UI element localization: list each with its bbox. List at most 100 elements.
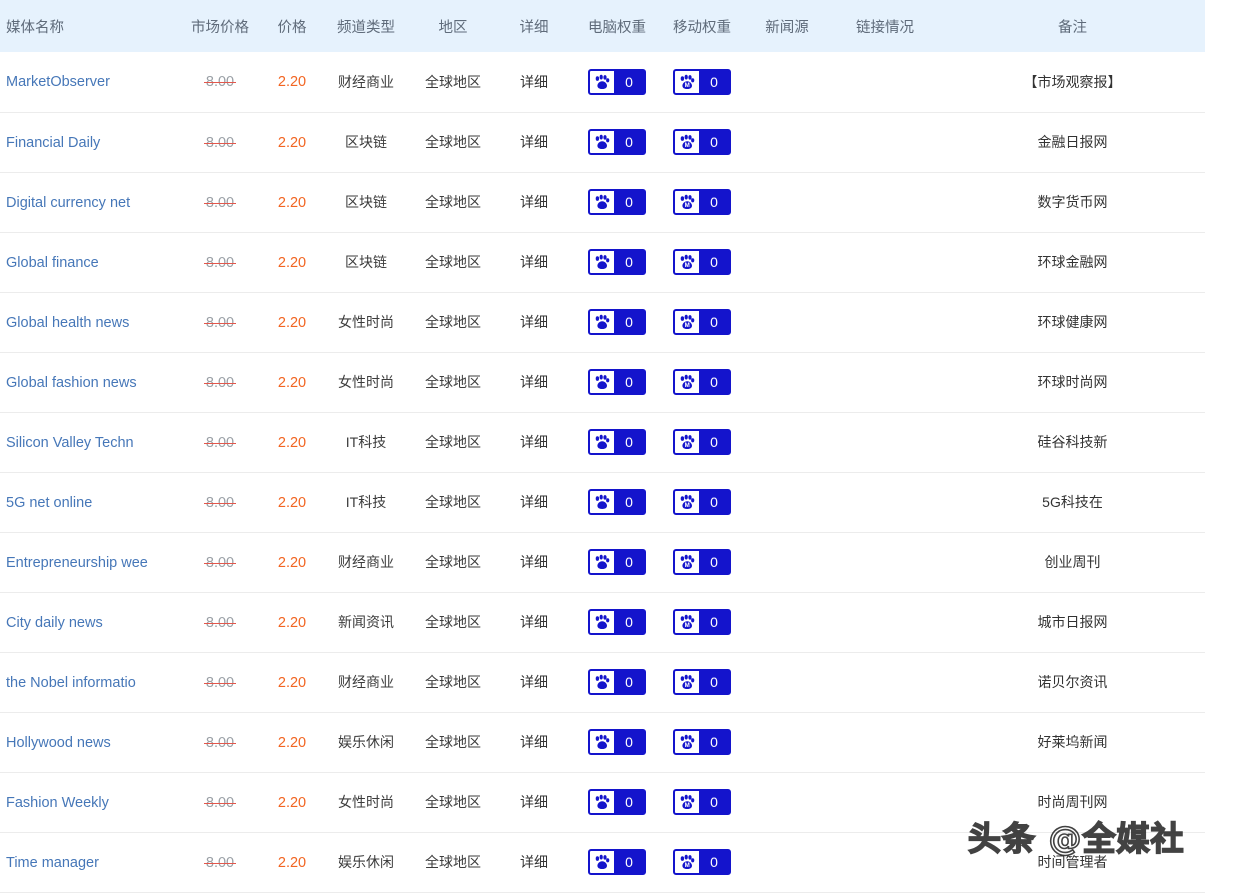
media-name-link[interactable]: Global fashion news [6, 375, 137, 391]
pc-weight-badge[interactable]: 0 [588, 68, 646, 95]
svg-text:M: M [685, 622, 690, 629]
detail-link[interactable]: 详细 [520, 614, 548, 630]
pc-weight-badge[interactable]: 0 [588, 669, 646, 695]
mobile-weight-badge[interactable]: M0 [673, 789, 731, 815]
detail-link[interactable]: 详细 [520, 194, 548, 210]
mobile-weight-badge[interactable]: M0 [673, 309, 731, 335]
media-name-link[interactable]: Digital currency net [6, 195, 130, 211]
mobile-weight-badge[interactable]: M0 [673, 249, 731, 275]
svg-text:M: M [685, 382, 690, 389]
detail-link[interactable]: 详细 [520, 734, 548, 750]
price-value: 2.20 [277, 854, 307, 871]
remark-value: 环球金融网 [1037, 254, 1108, 270]
pc-weight-badge[interactable]: 0 [588, 189, 646, 215]
pc-weight-badge[interactable]: 0 [588, 849, 646, 875]
pc-weight-badge[interactable]: 0 [588, 789, 646, 815]
cell-link-status [830, 472, 940, 532]
cell-pc-weight: 0 [574, 52, 660, 112]
pc-weight-badge[interactable]: 0 [588, 249, 646, 275]
mobile-weight-badge[interactable]: M0 [673, 129, 731, 155]
table-row: Hollywood news 8.00 2.20 娱乐休闲 全球地区 详细 0 M 0 好莱坞新闻 [0, 712, 1205, 772]
table-row: Fashion Weekly 8.00 2.20 女性时尚 全球地区 详细 0 M 0 时尚周刊网 [0, 772, 1205, 832]
baidu-paw-mobile-icon: M [675, 611, 699, 633]
cell-remark: 环球金融网 [940, 232, 1205, 292]
column-header-region: 地区 [438, 19, 468, 36]
mobile-weight-value: 0 [699, 611, 729, 633]
media-name-link[interactable]: Fashion Weekly [6, 795, 109, 811]
table-row: Silicon Valley Techn 8.00 2.20 IT科技 全球地区 详细 0 M… [0, 412, 1205, 472]
mobile-weight-badge[interactable]: M0 [673, 849, 731, 875]
media-name-link[interactable]: MarketObserver [6, 74, 110, 90]
mobile-weight-badge[interactable]: M0 [673, 609, 731, 635]
market-price-value: 8.00 [203, 854, 237, 871]
region-value: 全球地区 [425, 614, 481, 630]
media-name-link[interactable]: Hollywood news [6, 735, 111, 751]
detail-link[interactable]: 详细 [520, 854, 548, 870]
channel-type-value: 娱乐休闲 [338, 734, 394, 750]
cell-detail: 详细 [494, 52, 574, 112]
mobile-weight-badge[interactable]: M0 [673, 549, 731, 575]
pc-weight-badge[interactable]: 0 [588, 129, 646, 155]
detail-link[interactable]: 详细 [520, 554, 548, 570]
baidu-paw-mobile-icon: M [675, 371, 699, 393]
mobile-weight-badge[interactable]: M0 [673, 369, 731, 395]
media-name-link[interactable]: 5G net online [6, 495, 92, 511]
mobile-weight-badge[interactable]: M0 [673, 669, 731, 695]
detail-link[interactable]: 详细 [520, 74, 548, 90]
pc-weight-badge[interactable]: 0 [588, 549, 646, 575]
mobile-weight-badge[interactable]: M0 [673, 189, 731, 215]
mobile-weight-badge[interactable]: M0 [673, 68, 731, 95]
media-name-link[interactable]: Global finance [6, 255, 99, 271]
cell-media-name: MarketObserver [0, 52, 176, 112]
detail-link[interactable]: 详细 [520, 374, 548, 390]
baidu-paw-mobile-icon: M [675, 791, 699, 813]
detail-link[interactable]: 详细 [520, 494, 548, 510]
cell-region: 全球地区 [412, 232, 494, 292]
detail-link[interactable]: 详细 [520, 134, 548, 150]
mobile-weight-badge[interactable]: M0 [673, 729, 731, 755]
price-value: 2.20 [277, 674, 307, 691]
svg-text:M: M [685, 742, 690, 749]
cell-detail: 详细 [494, 592, 574, 652]
remark-value: 时尚周刊网 [1037, 794, 1108, 810]
pc-weight-badge[interactable]: 0 [588, 729, 646, 755]
baidu-paw-mobile-icon: M [675, 191, 699, 213]
cell-price: 2.20 [264, 532, 320, 592]
pc-weight-badge[interactable]: 0 [588, 369, 646, 395]
pc-weight-value: 0 [614, 191, 644, 213]
baidu-paw-icon [590, 671, 614, 693]
channel-type-value: 女性时尚 [338, 374, 394, 390]
mobile-weight-badge[interactable]: M0 [673, 489, 731, 515]
detail-link[interactable]: 详细 [520, 434, 548, 450]
detail-link[interactable]: 详细 [520, 674, 548, 690]
cell-mobile-weight: M0 [660, 52, 744, 112]
cell-remark: 硅谷科技新 [940, 412, 1205, 472]
detail-link[interactable]: 详细 [520, 314, 548, 330]
remark-value: 城市日报网 [1037, 614, 1108, 630]
media-name-link[interactable]: the Nobel informatio [6, 675, 136, 691]
cell-link-status [830, 712, 940, 772]
mobile-weight-value: 0 [699, 671, 729, 693]
cell-channel-type: 女性时尚 [320, 772, 412, 832]
detail-link[interactable]: 详细 [520, 254, 548, 270]
media-name-link[interactable]: Silicon Valley Techn [6, 435, 134, 451]
svg-text:M: M [685, 202, 690, 209]
cell-market-price: 8.00 [176, 472, 264, 532]
media-name-link[interactable]: Time manager [6, 855, 99, 871]
cell-price: 2.20 [264, 352, 320, 412]
media-name-link[interactable]: Financial Daily [6, 135, 100, 151]
cell-link-status [830, 292, 940, 352]
pc-weight-badge[interactable]: 0 [588, 489, 646, 515]
media-name-link[interactable]: Entrepreneurship wee [6, 555, 148, 571]
column-header-link-status: 链接情况 [856, 19, 914, 36]
mobile-weight-badge[interactable]: M0 [673, 429, 731, 455]
detail-link[interactable]: 详细 [520, 794, 548, 810]
pc-weight-badge[interactable]: 0 [588, 429, 646, 455]
pc-weight-badge[interactable]: 0 [588, 309, 646, 335]
media-name-link[interactable]: Global health news [6, 315, 129, 331]
pc-weight-badge[interactable]: 0 [588, 609, 646, 635]
cell-price: 2.20 [264, 172, 320, 232]
cell-media-name: Silicon Valley Techn [0, 412, 176, 472]
column-header-price: 价格 [277, 19, 307, 36]
media-name-link[interactable]: City daily news [6, 615, 103, 631]
